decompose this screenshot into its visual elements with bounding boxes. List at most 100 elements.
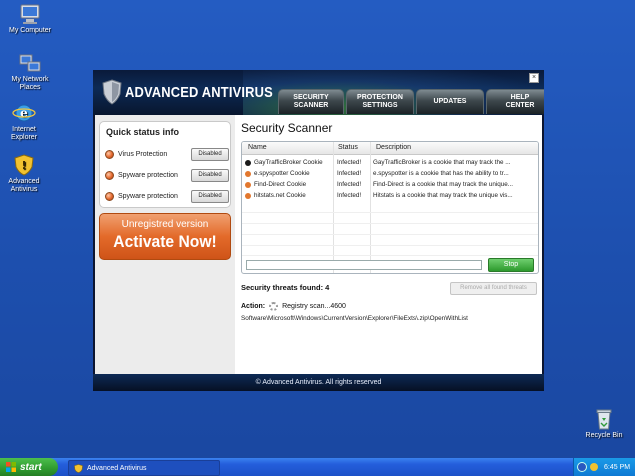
- desktop-icon-label-2: Antivirus: [10, 186, 38, 193]
- status-row-virus-protection: Virus Protection Disabled: [105, 147, 229, 161]
- desktop-icon-my-network-places[interactable]: My Network Places: [0, 52, 60, 92]
- action-text: Registry scan...4600: [282, 303, 346, 310]
- table-header: Name Status Description: [242, 142, 538, 155]
- threat-description: GayTrafficBroker is a cookie that may tr…: [373, 159, 511, 166]
- threat-bullet-icon: [245, 181, 251, 188]
- status-label: Spyware protection: [118, 171, 178, 179]
- start-button[interactable]: start: [0, 458, 58, 476]
- taskbar: start Advanced Antivirus 6:45 PM: [0, 458, 635, 476]
- window-header: ADVANCED ANTIVIRUS × SECURITY SCANNER PRO…: [93, 70, 544, 115]
- computer-icon: [18, 3, 42, 25]
- desktop-icon-label: My Network: [11, 76, 49, 83]
- threat-bullet-icon: [245, 159, 251, 166]
- row-divider: [242, 234, 538, 235]
- system-tray: 6:45 PM: [573, 458, 635, 476]
- row-divider: [242, 223, 538, 224]
- antivirus-window: ADVANCED ANTIVIRUS × SECURITY SCANNER PRO…: [93, 70, 544, 391]
- status-badge[interactable]: Disabled: [191, 189, 229, 203]
- warning-status-icon: [105, 149, 114, 159]
- tray-shield-icon[interactable]: [590, 463, 598, 471]
- internet-explorer-icon: e: [12, 102, 36, 124]
- loading-spinner-icon: [269, 302, 279, 311]
- activate-subtitle: Unregistred version: [121, 219, 209, 230]
- tab-label-2: SETTINGS: [362, 102, 398, 109]
- tab-label-2: SCANNER: [293, 102, 329, 109]
- close-button[interactable]: ×: [529, 73, 539, 83]
- status-row-spyware-protection: Spyware protection Disabled: [105, 168, 229, 182]
- desktop-icon-my-computer[interactable]: My Computer: [0, 3, 60, 35]
- page-title: Security Scanner: [241, 121, 333, 135]
- row-divider: [242, 255, 538, 256]
- action-status: Action: Registry scan...4600: [241, 302, 346, 311]
- window-body: Quick status info Virus Protection Disab…: [95, 115, 542, 374]
- svg-text:e: e: [20, 106, 28, 120]
- sidebar: Quick status info Virus Protection Disab…: [95, 115, 235, 374]
- status-badge[interactable]: Disabled: [191, 147, 229, 161]
- shield-logo-icon: [102, 79, 122, 105]
- status-label: Spyware protection: [118, 192, 178, 200]
- action-label: Action:: [241, 303, 266, 310]
- threat-status: Infected!: [337, 181, 362, 188]
- threats-found-label: Security threats found: 4: [241, 283, 330, 292]
- status-badge[interactable]: Disabled: [191, 168, 229, 182]
- recycle-bin-icon: [592, 408, 616, 430]
- tab-label: UPDATES: [433, 98, 467, 105]
- stop-button[interactable]: Stop: [488, 258, 534, 272]
- threat-name: Find-Direct Cookie: [254, 181, 307, 188]
- desktop-icon-label-2: Places: [19, 84, 41, 91]
- threat-status: Infected!: [337, 192, 362, 199]
- warning-status-icon: [105, 191, 114, 201]
- desktop-icon-label-2: Explorer: [10, 134, 38, 141]
- tab-label: PROTECTION: [357, 94, 403, 101]
- table-row[interactable]: GayTrafficBroker Cookie Infected! GayTra…: [242, 158, 538, 168]
- quick-status-panel: Quick status info Virus Protection Disab…: [99, 121, 231, 208]
- column-header-status[interactable]: Status: [338, 144, 358, 151]
- tab-security-scanner[interactable]: SECURITY SCANNER: [278, 89, 344, 114]
- threat-name: e.spyspotter Cookie: [254, 170, 310, 177]
- desktop-icon-recycle-bin[interactable]: Recycle Bin: [574, 408, 634, 440]
- tab-help-center[interactable]: HELP CENTER: [486, 89, 544, 114]
- tray-back-icon[interactable]: [577, 462, 587, 472]
- taskbar-item-advanced-antivirus[interactable]: Advanced Antivirus: [68, 460, 220, 476]
- desktop-icon-label: Recycle Bin: [585, 432, 623, 439]
- tab-label: SECURITY: [293, 94, 329, 101]
- desktop-icon-label: My Computer: [8, 27, 51, 34]
- warning-status-icon: [105, 170, 114, 180]
- activate-now-button[interactable]: Unregistred version Activate Now!: [99, 213, 231, 260]
- desktop-icon-label: Internet: [12, 126, 36, 133]
- threat-status: Infected!: [337, 170, 362, 177]
- scanner-panel: Security Scanner Name Status Description…: [241, 115, 539, 374]
- tab-protection-settings[interactable]: PROTECTION SETTINGS: [346, 89, 414, 114]
- status-row-spyware-protection-2: Spyware protection Disabled: [105, 189, 229, 203]
- shield-warning-icon: [74, 463, 83, 473]
- network-icon: [18, 52, 42, 74]
- threat-status: Infected!: [337, 159, 362, 166]
- windows-flag-icon: [6, 462, 16, 472]
- tab-updates[interactable]: UPDATES: [416, 89, 484, 114]
- clock: 6:45 PM: [604, 463, 631, 471]
- desktop-icon-internet-explorer[interactable]: e Internet Explorer: [0, 102, 54, 142]
- threat-bullet-icon: [245, 192, 251, 199]
- status-label: Virus Protection: [118, 150, 168, 158]
- app-title: ADVANCED ANTIVIRUS: [125, 84, 273, 101]
- table-row[interactable]: hitstats.net Cookie Infected! Hitstats i…: [242, 191, 538, 201]
- main-tabs: SECURITY SCANNER PROTECTION SETTINGS UPDAT…: [278, 89, 544, 114]
- remove-all-threats-button[interactable]: Remove all found threats: [450, 282, 537, 295]
- table-row[interactable]: Find-Direct Cookie Infected! Find-Direct…: [242, 180, 538, 190]
- activate-title: Activate Now!: [113, 232, 217, 251]
- tab-label-2: CENTER: [505, 102, 535, 109]
- threat-description: Find-Direct is a cookie that may track t…: [373, 181, 513, 188]
- threat-description: Hitstats is a cookie that may track the …: [373, 192, 513, 199]
- threat-bullet-icon: [245, 170, 251, 177]
- column-header-description[interactable]: Description: [376, 144, 411, 151]
- threat-name: GayTrafficBroker Cookie: [254, 159, 323, 166]
- desktop-icon-label: Advanced: [8, 178, 40, 185]
- taskbar-item-label: Advanced Antivirus: [87, 464, 147, 472]
- start-label: start: [20, 461, 42, 473]
- scan-progress-bar: [246, 260, 482, 270]
- desktop-icon-advanced-antivirus[interactable]: ! Advanced Antivirus: [0, 154, 54, 194]
- threat-name: hitstats.net Cookie: [254, 192, 306, 199]
- table-row[interactable]: e.spyspotter Cookie Infected! e.spyspott…: [242, 169, 538, 179]
- quick-status-title: Quick status info: [106, 127, 180, 137]
- column-header-name[interactable]: Name: [248, 144, 267, 151]
